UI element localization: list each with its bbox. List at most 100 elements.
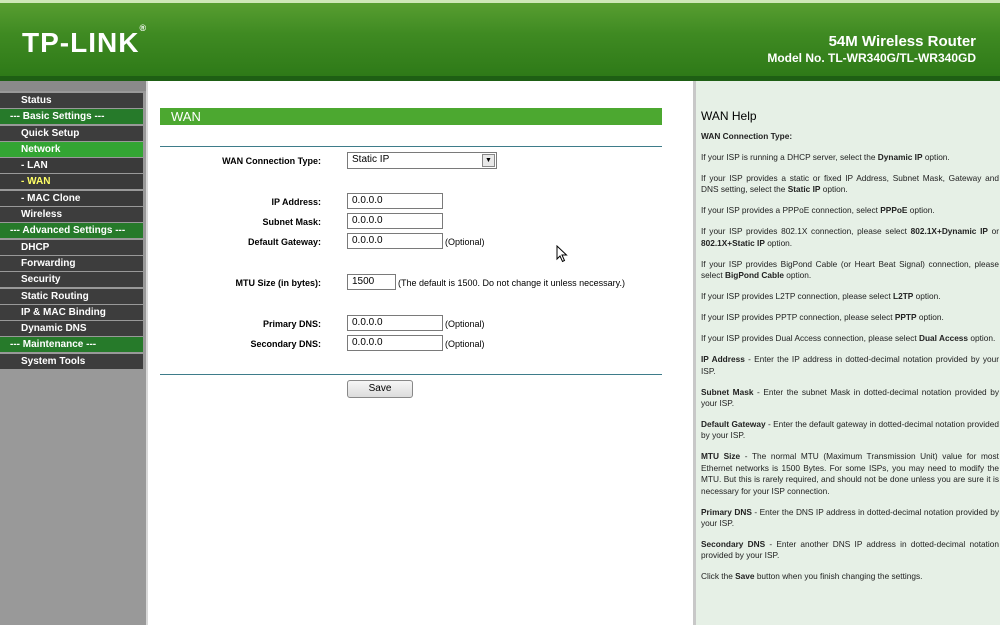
bottom-divider [160,374,662,375]
sidebar-shade [0,81,146,91]
help-text: option. [913,291,941,302]
sidebar-section-maintenance: --- Maintenance --- [0,337,143,353]
help-text: option. [764,237,793,248]
page-title: WAN [160,108,662,125]
help-keyword: IP Address [701,354,745,365]
wan-connection-type-label: WAN Connection Type: [222,156,321,166]
help-paragraph: MTU Size - The normal MTU (Maximum Trans… [701,451,999,497]
help-keyword: MTU Size [701,451,741,462]
help-text: If your ISP provides Dual Access connect… [701,333,919,344]
sidebar-section-advanced-settings: --- Advanced Settings --- [0,223,143,239]
sidebar-item-forwarding[interactable]: Forwarding [0,255,143,271]
sidebar-item-dhcp[interactable]: DHCP [0,239,143,255]
help-text: option. [820,184,848,195]
help-text: If your ISP provides L2TP connection, pl… [701,291,894,302]
wan-connection-type-value: Static IP [352,154,390,165]
help-keyword: Dual Access [919,333,969,344]
help-paragraph: Default Gateway - Enter the default gate… [701,419,999,442]
sidebar-item-wan[interactable]: - WAN [0,174,143,190]
help-text: option. [968,333,996,344]
sidebar-item-ip-mac-binding[interactable]: IP & MAC Binding [0,304,143,320]
help-paragraph: If your ISP provides 802.1X connection, … [701,226,999,249]
help-keyword: PPTP [894,312,917,323]
help-text: - The normal MTU (Maximum Transmission U… [701,451,999,496]
primary-dns-input[interactable]: 0.0.0.0 [347,315,443,331]
sidebar-item-status[interactable]: Status [0,93,143,108]
primary-dns-label: Primary DNS: [262,319,321,329]
help-paragraph: If your ISP provides a static or fixed I… [701,173,999,196]
mouse-cursor-icon [556,245,568,263]
sidebar-item-static-routing[interactable]: Static Routing [0,288,143,304]
help-keyword: 802.1X+Static IP [701,237,765,248]
help-text: Click the [701,571,736,582]
help-text: If your ISP provides a PPPoE connection,… [701,205,881,216]
help-keyword: Subnet Mask [701,386,754,397]
help-keyword: WAN Connection Type: [701,131,793,141]
help-keyword: Secondary DNS [701,539,766,550]
help-text: or [987,226,999,237]
model-number: Model No. TL-WR340G/TL-WR340GD [767,51,976,65]
help-keyword: BigPond Cable [724,270,784,281]
default-gateway-note: (Optional) [445,237,485,247]
help-paragraph: WAN Connection Type: [701,131,999,142]
mtu-size-note: (The default is 1500. Do not change it u… [398,278,625,288]
secondary-dns-note: (Optional) [445,339,485,349]
help-paragraph: If your ISP is running a DHCP server, se… [701,152,999,163]
wan-connection-type-select[interactable]: Static IP ▼ [347,152,497,169]
help-keyword: 802.1X+Dynamic IP [910,226,988,237]
default-gateway-label: Default Gateway: [247,237,321,247]
help-paragraph: Secondary DNS - Enter another DNS IP add… [701,539,999,562]
help-paragraph: IP Address - Enter the IP address in dot… [701,354,999,377]
sidebar-item-security[interactable]: Security [0,272,143,288]
sidebar-item-dynamic-dns[interactable]: Dynamic DNS [0,321,143,337]
sidebar-section-basic-settings: --- Basic Settings --- [0,109,143,125]
help-text: option. [916,312,944,323]
primary-dns-note: (Optional) [445,319,485,329]
help-keyword: Primary DNS [701,506,752,517]
help-paragraph: If your ISP provides PPTP connection, pl… [701,312,999,323]
help-paragraph: If your ISP provides Dual Access connect… [701,333,999,344]
help-text: If your ISP provides PPTP connection, pl… [701,312,895,323]
help-panel: WAN Help WAN Connection Type: If your ISP… [696,81,1000,625]
sidebar-item-system-tools[interactable]: System Tools [0,353,143,369]
help-text: - Enter the IP address in dotted-decimal… [701,354,999,376]
tp-link-logo: TP-LINK® [22,23,148,58]
sidebar-item-network[interactable]: Network [0,141,143,157]
secondary-dns-input[interactable]: 0.0.0.0 [347,335,443,351]
help-title: WAN Help [701,109,757,123]
secondary-dns-label: Secondary DNS: [250,339,321,349]
help-text: If your ISP provides a static or fixed I… [701,173,999,195]
help-body: WAN Connection Type: If your ISP is runni… [701,131,999,592]
main-content: WAN WAN Connection Type: Static IP ▼ IP … [148,81,693,625]
sidebar-menu: Status --- Basic Settings --- Quick Setup N… [0,93,143,370]
help-text: option. [907,205,935,216]
product-name: 54M Wireless Router [828,33,976,50]
help-paragraph: If your ISP provides a PPPoE connection,… [701,205,999,216]
mtu-size-label: MTU Size (in bytes): [235,278,321,288]
subnet-mask-input[interactable]: 0.0.0.0 [347,213,443,229]
help-paragraph: Subnet Mask - Enter the subnet Mask in d… [701,387,999,410]
help-paragraph: If your ISP provides BigPond Cable (or H… [701,259,999,282]
sidebar-item-lan[interactable]: - LAN [0,158,143,174]
help-keyword: Save [735,571,755,582]
ip-address-input[interactable]: 0.0.0.0 [347,193,443,209]
sidebar-item-wireless[interactable]: Wireless [0,207,143,223]
help-paragraph: Primary DNS - Enter the DNS IP address i… [701,507,999,530]
header-banner: TP-LINK® 54M Wireless Router Model No. T… [0,0,1000,76]
header-top-line [0,0,1000,3]
chevron-down-icon[interactable]: ▼ [482,154,495,167]
help-text: If your ISP is running a DHCP server, se… [701,152,878,162]
help-paragraph: Click the Save button when you finish ch… [701,571,999,582]
default-gateway-input[interactable]: 0.0.0.0 [347,233,443,249]
mtu-size-input[interactable]: 1500 [347,274,396,290]
help-keyword: Default Gateway [701,419,766,430]
help-keyword: Dynamic IP [877,152,923,162]
help-text: button when you finish changing the sett… [754,571,923,582]
sidebar-item-quick-setup[interactable]: Quick Setup [0,125,143,141]
help-text: option. [784,270,812,281]
help-text: If your ISP provides 802.1X connection, … [701,226,911,237]
top-divider [160,146,662,147]
help-paragraph: If your ISP provides L2TP connection, pl… [701,291,999,302]
sidebar-item-mac-clone[interactable]: - MAC Clone [0,190,143,206]
save-button[interactable]: Save [347,380,413,398]
